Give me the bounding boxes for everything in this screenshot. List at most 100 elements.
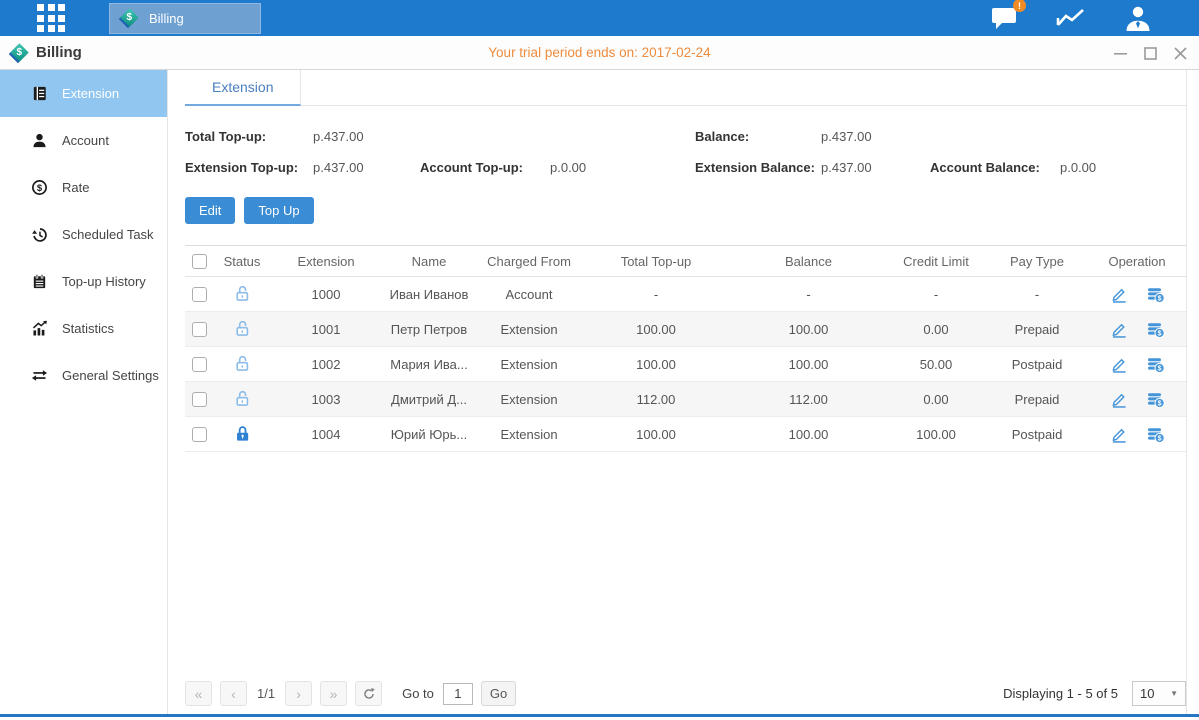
prev-page-button[interactable]: ‹ — [220, 681, 247, 706]
table-header-row: Status Extension Name Charged From Total… — [185, 246, 1186, 277]
notifications-icon[interactable]: ! — [989, 5, 1019, 31]
cell-extension: 1003 — [271, 382, 381, 417]
goto-label: Go to — [402, 686, 434, 701]
row-checkbox[interactable] — [192, 427, 207, 442]
col-name: Name — [381, 246, 477, 277]
apps-grid-icon[interactable] — [37, 4, 65, 32]
top-up-button[interactable]: Top Up — [244, 197, 313, 224]
svg-text:$: $ — [1157, 401, 1161, 408]
row-checkbox[interactable] — [192, 287, 207, 302]
col-credit-limit: Credit Limit — [886, 246, 986, 277]
sidebar-item-label: Account — [62, 133, 109, 148]
lock-closed-icon — [234, 430, 251, 445]
cell-pay-type: - — [986, 277, 1088, 312]
sidebar-item-scheduled-task[interactable]: Scheduled Task — [0, 211, 167, 258]
cell-charged-from: Extension — [477, 417, 581, 452]
chevron-down-icon: ▼ — [1170, 689, 1178, 698]
cell-total-top-up: 100.00 — [581, 312, 731, 347]
cell-charged-from: Extension — [477, 347, 581, 382]
edit-row-icon[interactable] — [1110, 355, 1128, 373]
top-up-row-icon[interactable]: $ — [1146, 285, 1165, 303]
cell-pay-type: Prepaid — [986, 312, 1088, 347]
edit-row-icon[interactable] — [1110, 425, 1128, 443]
trial-notice: Your trial period ends on: 2017-02-24 — [0, 45, 1199, 60]
edit-button[interactable]: Edit — [185, 197, 235, 224]
col-status: Status — [213, 246, 271, 277]
sidebar-item-topup-history[interactable]: Top-up History — [0, 258, 167, 305]
statistics-icon — [31, 320, 49, 338]
col-pay-type: Pay Type — [986, 246, 1088, 277]
cell-pay-type: Prepaid — [986, 382, 1088, 417]
row-checkbox[interactable] — [192, 392, 207, 407]
sidebar-item-statistics[interactable]: Statistics — [0, 305, 167, 352]
top-up-row-icon[interactable]: $ — [1146, 320, 1165, 338]
user-account-icon[interactable] — [1123, 5, 1153, 32]
topbar-tab-label: Billing — [149, 11, 184, 26]
statistics-chart-icon[interactable] — [1055, 6, 1087, 30]
last-page-button[interactable]: » — [320, 681, 347, 706]
cell-credit-limit: 100.00 — [886, 417, 986, 452]
cell-total-top-up: 100.00 — [581, 417, 731, 452]
svg-text:$: $ — [1157, 331, 1161, 338]
first-page-button[interactable]: « — [185, 681, 212, 706]
select-all-checkbox[interactable] — [192, 254, 207, 269]
panel-right-border — [1186, 70, 1187, 714]
account-balance: Account Balance: p.0.00 — [930, 160, 1186, 175]
cell-balance: 112.00 — [731, 382, 886, 417]
go-button[interactable]: Go — [481, 681, 516, 706]
top-up-row-icon[interactable]: $ — [1146, 390, 1165, 408]
sidebar: Extension Account $Rate Scheduled Task Top-u… — [0, 70, 168, 714]
sidebar-item-account[interactable]: Account — [0, 117, 167, 164]
cell-total-top-up: 100.00 — [581, 347, 731, 382]
col-charged-from: Charged From — [477, 246, 581, 277]
cell-total-top-up: - — [581, 277, 731, 312]
refresh-button[interactable] — [355, 681, 382, 706]
edit-row-icon[interactable] — [1110, 285, 1128, 303]
tab-extension[interactable]: Extension — [185, 70, 301, 106]
scheduled-task-icon — [31, 226, 49, 244]
sidebar-item-extension[interactable]: Extension — [0, 70, 167, 117]
cell-charged-from: Extension — [477, 382, 581, 417]
extension-balance: Extension Balance: p.437.00 — [695, 160, 930, 175]
balance: Balance: p.437.00 — [695, 129, 930, 144]
col-balance: Balance — [731, 246, 886, 277]
top-up-row-icon[interactable]: $ — [1146, 355, 1165, 373]
sidebar-item-general-settings[interactable]: General Settings — [0, 352, 167, 399]
table-row: 1003Дмитрий Д...Extension112.00112.000.0… — [185, 382, 1186, 417]
edit-row-icon[interactable] — [1110, 320, 1128, 338]
cell-total-top-up: 112.00 — [581, 382, 731, 417]
row-checkbox[interactable] — [192, 357, 207, 372]
top-up-row-icon[interactable]: $ — [1146, 425, 1165, 443]
cell-charged-from: Account — [477, 277, 581, 312]
next-page-button[interactable]: › — [285, 681, 312, 706]
cell-name: Дмитрий Д... — [381, 382, 477, 417]
lock-open-icon — [234, 360, 251, 375]
extension-top-up: Extension Top-up: p.437.00 — [185, 160, 420, 175]
col-operation: Operation — [1088, 246, 1186, 277]
balance-summary: Total Top-up: p.437.00 Balance: p.437.00… — [185, 121, 1186, 183]
sidebar-item-rate[interactable]: $Rate — [0, 164, 167, 211]
sidebar-item-label: Extension — [62, 86, 119, 101]
cell-credit-limit: 0.00 — [886, 312, 986, 347]
sidebar-item-label: General Settings — [62, 368, 159, 383]
account-icon — [31, 132, 49, 150]
row-checkbox[interactable] — [192, 322, 207, 337]
goto-page-input[interactable] — [443, 683, 473, 705]
cell-pay-type: Postpaid — [986, 347, 1088, 382]
sidebar-item-label: Statistics — [62, 321, 114, 336]
minimize-button[interactable] — [1113, 46, 1127, 60]
close-button[interactable] — [1173, 46, 1187, 60]
topbar-billing-tab[interactable]: $ Billing — [109, 3, 261, 34]
svg-text:$: $ — [37, 182, 43, 193]
sidebar-item-label: Scheduled Task — [62, 227, 154, 242]
svg-text:$: $ — [1157, 366, 1161, 373]
cell-extension: 1002 — [271, 347, 381, 382]
window-title: Billing — [36, 44, 82, 61]
table-row: 1000Иван ИвановAccount----$ — [185, 277, 1186, 312]
total-top-up: Total Top-up: p.437.00 — [185, 129, 420, 144]
col-extension: Extension — [271, 246, 381, 277]
notification-badge: ! — [1013, 0, 1026, 12]
edit-row-icon[interactable] — [1110, 390, 1128, 408]
maximize-button[interactable] — [1143, 46, 1157, 60]
page-size-select[interactable]: 10 ▼ — [1132, 681, 1186, 706]
